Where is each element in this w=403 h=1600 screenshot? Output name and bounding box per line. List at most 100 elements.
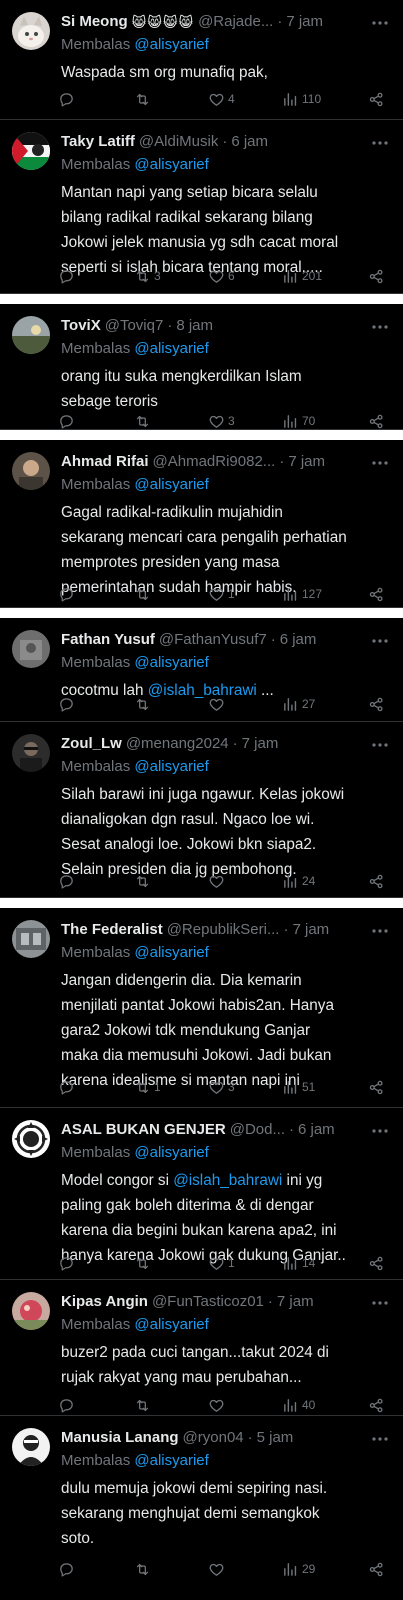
replying-to-mention[interactable]: @alisyarief (134, 340, 208, 357)
timestamp[interactable]: 8 jam (176, 315, 213, 337)
retweet-button[interactable] (134, 88, 154, 110)
replying-to-mention[interactable]: @alisyarief (134, 476, 208, 493)
author-name[interactable]: ASAL BUKAN GENJER (61, 1119, 226, 1141)
author-name[interactable]: Manusia Lanang (61, 1427, 179, 1449)
avatar[interactable] (12, 630, 50, 668)
replying-to-mention[interactable]: @alisyarief (134, 1316, 208, 1333)
tweet[interactable]: Ahmad Rifai @AhmadRi9082... · 7 jam Memb… (0, 440, 403, 608)
more-options-icon[interactable] (371, 736, 389, 754)
avatar[interactable] (12, 1292, 50, 1330)
more-options-icon[interactable] (371, 1122, 389, 1140)
author-handle[interactable]: @AldiMusik (139, 131, 218, 153)
tweet[interactable]: Si Meong 😸😸😸😸 @Rajade... · 7 jam Membala… (0, 0, 403, 120)
timestamp[interactable]: 6 jam (280, 629, 317, 651)
author-name[interactable]: Ahmad Rifai (61, 451, 149, 473)
timestamp[interactable]: 7 jam (277, 1291, 314, 1313)
replying-to-mention[interactable]: @alisyarief (134, 654, 208, 671)
retweet-button[interactable] (134, 410, 154, 430)
avatar[interactable] (12, 132, 50, 170)
author-name[interactable]: Zoul_Lw (61, 733, 122, 755)
avatar[interactable] (12, 1120, 50, 1158)
like-button[interactable]: 1 (208, 583, 235, 605)
author-name[interactable]: Fathan Yusuf (61, 629, 155, 651)
like-button[interactable]: 6 (208, 265, 235, 287)
more-options-icon[interactable] (371, 922, 389, 940)
like-button[interactable] (208, 870, 228, 892)
mention-link[interactable]: @islah_bahrawi (173, 1172, 282, 1189)
timestamp[interactable]: 5 jam (257, 1427, 294, 1449)
tweet[interactable]: The Federalist @RepublikSeri... · 7 jam … (0, 908, 403, 1108)
author-handle[interactable]: @RepublikSeri... (167, 919, 280, 941)
share-button[interactable] (368, 583, 385, 605)
more-options-icon[interactable] (371, 1294, 389, 1312)
more-options-icon[interactable] (371, 134, 389, 152)
author-handle[interactable]: @FathanYusuf7 (159, 629, 267, 651)
timestamp[interactable]: 7 jam (286, 11, 323, 33)
tweet[interactable]: Manusia Lanang @ryon04 · 5 jam Membalas … (0, 1416, 403, 1600)
share-button[interactable] (368, 1076, 385, 1098)
timestamp[interactable]: 6 jam (298, 1119, 335, 1141)
more-options-icon[interactable] (371, 318, 389, 336)
timestamp[interactable]: 7 jam (292, 919, 329, 941)
tweet[interactable]: Fathan Yusuf @FathanYusuf7 · 6 jam Memba… (0, 618, 403, 722)
tweet[interactable]: ToviX @Toviq7 · 8 jam Membalas @alisyari… (0, 304, 403, 430)
replying-to-mention[interactable]: @alisyarief (134, 758, 208, 775)
avatar[interactable] (12, 734, 50, 772)
avatar[interactable] (12, 12, 50, 50)
reply-button[interactable] (58, 88, 78, 110)
share-button[interactable] (368, 693, 385, 715)
retweet-button[interactable]: 1 (134, 1076, 161, 1098)
author-handle[interactable]: @menang2024 (126, 733, 229, 755)
timestamp[interactable]: 7 jam (242, 733, 279, 755)
views-button[interactable]: 24 (282, 870, 315, 892)
author-handle[interactable]: @FunTasticoz01 (152, 1291, 264, 1313)
retweet-button[interactable] (134, 583, 154, 605)
avatar[interactable] (12, 920, 50, 958)
retweet-button[interactable]: 3 (134, 265, 161, 287)
views-button[interactable]: 70 (282, 410, 315, 430)
views-button[interactable]: 110 (282, 88, 321, 110)
author-name[interactable]: The Federalist (61, 919, 163, 941)
replying-to-mention[interactable]: @alisyarief (134, 944, 208, 961)
reply-button[interactable] (58, 410, 78, 430)
share-button[interactable] (368, 1558, 385, 1580)
author-name[interactable]: Kipas Angin (61, 1291, 148, 1313)
more-options-icon[interactable] (371, 1430, 389, 1448)
share-button[interactable] (368, 410, 385, 430)
avatar[interactable] (12, 1428, 50, 1466)
share-button[interactable] (368, 88, 385, 110)
reply-button[interactable] (58, 583, 78, 605)
like-button[interactable]: 3 (208, 410, 235, 430)
replying-to-mention[interactable]: @alisyarief (134, 156, 208, 173)
reply-button[interactable] (58, 1252, 78, 1274)
author-handle[interactable]: @Dod... (230, 1119, 285, 1141)
replying-to-mention[interactable]: @alisyarief (134, 36, 208, 53)
tweet[interactable]: ASAL BUKAN GENJER @Dod... · 6 jam Membal… (0, 1108, 403, 1280)
like-button[interactable]: 3 (208, 1076, 235, 1098)
like-button[interactable]: 4 (208, 88, 235, 110)
views-button[interactable]: 40 (282, 1394, 315, 1416)
share-button[interactable] (368, 265, 385, 287)
views-button[interactable]: 14 (282, 1252, 315, 1274)
views-button[interactable]: 201 (282, 265, 322, 287)
views-button[interactable]: 127 (282, 583, 322, 605)
reply-button[interactable] (58, 693, 78, 715)
author-handle[interactable]: @Rajade... (198, 11, 273, 33)
replying-to-mention[interactable]: @alisyarief (134, 1452, 208, 1469)
timestamp[interactable]: 6 jam (231, 131, 268, 153)
like-button[interactable] (208, 693, 228, 715)
more-options-icon[interactable] (371, 454, 389, 472)
views-button[interactable]: 29 (282, 1558, 315, 1580)
retweet-button[interactable] (134, 1558, 154, 1580)
author-handle[interactable]: @Toviq7 (105, 315, 164, 337)
replying-to-mention[interactable]: @alisyarief (134, 1144, 208, 1161)
views-button[interactable]: 27 (282, 693, 315, 715)
reply-button[interactable] (58, 1558, 78, 1580)
author-handle[interactable]: @ryon04 (183, 1427, 244, 1449)
like-button[interactable] (208, 1558, 228, 1580)
reply-button[interactable] (58, 265, 78, 287)
avatar[interactable] (12, 316, 50, 354)
more-options-icon[interactable] (371, 14, 389, 32)
share-button[interactable] (368, 870, 385, 892)
avatar[interactable] (12, 452, 50, 490)
